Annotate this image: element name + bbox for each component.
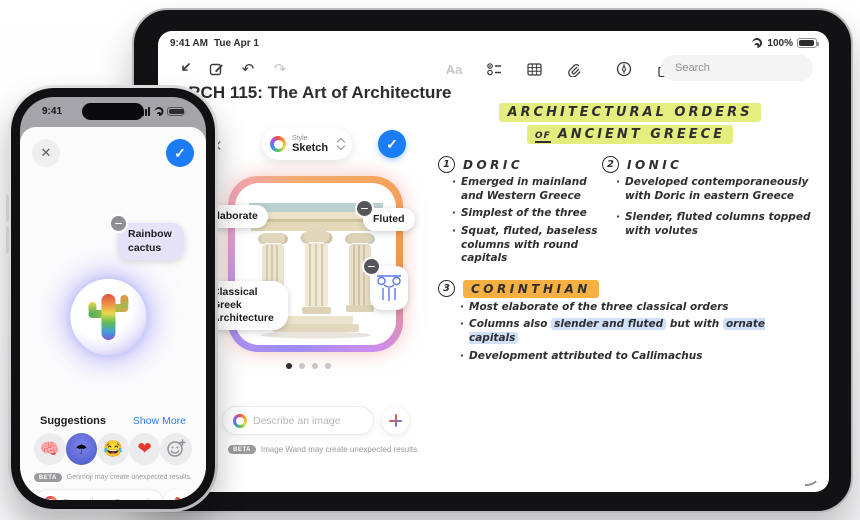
checklist-icon[interactable] [480,56,508,82]
note-bullet: Slender, fluted columns topped with volu… [625,211,811,237]
style-value: Sketch [292,141,329,154]
search-field[interactable] [661,55,817,81]
image-wand-icon [233,413,247,428]
describe-image-input[interactable] [253,414,388,427]
heart-emoji[interactable]: ❤ [128,433,161,465]
personalize-button[interactable] [163,489,192,500]
new-genmoji-icon[interactable] [160,433,192,465]
battery-icon [797,38,819,48]
redo-icon[interactable]: ↷ [266,56,294,82]
section-title: DORIC [463,157,524,172]
beta-badge: BETA [33,473,62,482]
style-label: Style [292,134,308,142]
describe-genmoji-field[interactable] [34,489,164,500]
section-ionic: 2 IONIC · Developed contemporaneously wit… [602,156,816,270]
style-picker[interactable]: Style Sketch [262,128,352,160]
describe-genmoji-input[interactable] [63,498,155,500]
remove-tag-icon[interactable] [364,259,379,274]
compose-icon[interactable] [202,56,230,82]
notes-heading-2: OF ANCIENT GREECE [434,125,826,144]
search-input[interactable] [675,62,817,74]
handwritten-notes: ARCHITECTURAL ORDERS OF ANCIENT GREECE 1 … [434,103,826,367]
note-bullet: Emerged in mainland and Western Greece [461,176,587,202]
circled-number: 3 [438,280,455,298]
tag-rainbow-cactus[interactable]: Rainbow cactus [111,216,184,261]
page-dots[interactable] [286,363,331,369]
wifi-icon [153,106,164,116]
suggestions-title: Suggestions [40,415,107,427]
add-image-button[interactable] [382,407,409,434]
image-wand-beta-note: BETA Image Wand may create unexpected re… [228,445,419,454]
tag-fluted-label: Fluted [373,213,405,225]
ipad-device: 9:41 AM Tue Apr 1 100% ↶ ↷ Aa Search ARC… [132,8,853,513]
genmoji-beta-note: BETA Genmoji may create unexpected resul… [20,473,206,482]
circled-number: 2 [602,156,619,173]
wifi-icon [750,38,763,48]
genmoji-bubble [70,279,147,355]
close-button[interactable]: ✕ [32,139,60,167]
section-corinthian: 3 CORINTHIAN · Most elaborate of the thre… [434,279,826,364]
page-curl [805,470,821,486]
tag-fluted[interactable]: Fluted [357,201,415,232]
chevron-up-down-icon [336,137,346,151]
section-title: IONIC [627,157,683,172]
markup-pen-icon[interactable] [610,56,638,82]
status-time: 9:41 AM [170,37,208,49]
volume-down-button [6,227,9,253]
joy-emoji[interactable]: 😂 [97,433,129,465]
status-time-date: 9:41 AM Tue Apr 1 [170,38,265,49]
note-bullet: Development attributed to Callimachus [469,349,703,362]
beta-text: Genmoji may create unexpected results. [66,474,193,481]
section-title: CORINTHIAN [463,279,599,298]
rainbow-cactus-genmoji [88,294,129,340]
note-bullet: Most elaborate of the three classical or… [469,300,729,313]
attachment-icon[interactable] [560,56,588,82]
note-bullet: Squat, fluted, baseless columns with rou… [461,224,598,265]
iphone-screen: 9:41 ✕ ✓ Rainbow cactus Suggestions Show… [20,97,206,500]
ipad-status-bar: 9:41 AM Tue Apr 1 100% [170,35,819,51]
section-doric: 1 DORIC · Emerged in mainland and Western… [434,156,602,270]
describe-image-field[interactable] [222,406,388,435]
text-format-icon[interactable]: Aa [440,56,468,82]
apple-intelligence-icon [270,136,286,152]
suggestion-emojis: 🧠 ☂ 😂 ❤ [34,433,192,465]
genmoji-sheet: ✕ ✓ Rainbow cactus Suggestions Show More… [20,127,206,500]
marketing-composite: 9:41 AM Tue Apr 1 100% ↶ ↷ Aa Search ARC… [0,0,860,520]
remove-tag-icon[interactable] [111,216,126,231]
table-icon[interactable] [520,56,548,82]
genmoji-preview: Rainbow cactus [20,187,206,407]
dynamic-island [82,103,144,120]
collapse-icon[interactable] [170,56,198,82]
beta-badge: BETA [228,445,256,454]
undo-icon[interactable]: ↶ [234,56,262,82]
accept-image-button[interactable]: ✓ [378,130,406,158]
circled-number: 1 [438,156,455,173]
note-bullet: Simplest of the three [461,207,587,220]
notes-heading-1: ARCHITECTURAL ORDERS [434,103,826,122]
battery-percent: 100% [767,37,793,49]
note-bullet: Columns also slender and fluted but with… [469,318,766,345]
status-time: 9:41 [42,105,63,117]
brain-emoji[interactable]: 🧠 [34,433,66,465]
ipad-screen: 9:41 AM Tue Apr 1 100% ↶ ↷ Aa Search ARC… [158,31,829,492]
notes-toolbar: ↶ ↷ Aa Search [168,53,819,85]
note-bullet: Developed contemporaneously with Doric i… [625,176,809,202]
person-icon [172,497,184,500]
battery-icon [167,106,186,116]
tag-label: Rainbow cactus [128,228,172,254]
genmoji-icon [43,496,58,500]
plus-icon [389,414,402,427]
iphone-device: 9:41 ✕ ✓ Rainbow cactus Suggestions Show… [6,85,218,512]
status-date: Tue Apr 1 [213,37,259,49]
show-more-link[interactable]: Show More [133,415,186,427]
remove-tag-icon[interactable] [357,201,372,216]
accept-genmoji-button[interactable]: ✓ [166,139,194,167]
column-capital-sketch-icon [377,275,401,301]
tag-capital-sketch[interactable] [364,259,408,310]
umbrella-genmoji[interactable]: ☂ [65,433,98,465]
note-title: ARCH 115: The Art of Architecture [176,83,452,102]
volume-up-button [6,195,9,221]
beta-text: Image Wand may create unexpected results… [260,445,420,454]
